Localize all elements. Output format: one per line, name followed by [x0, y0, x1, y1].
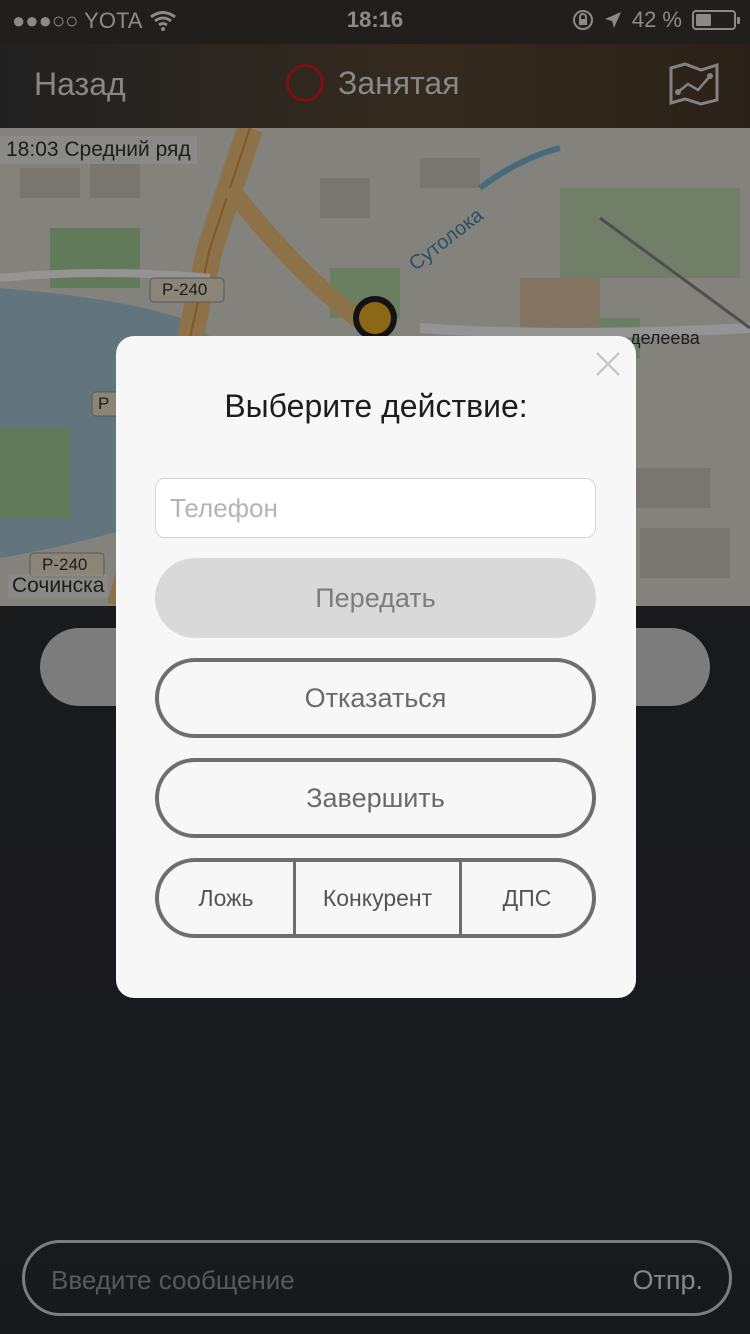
phone-input[interactable] [155, 478, 596, 538]
refuse-button[interactable]: Отказаться [155, 658, 596, 738]
transfer-button[interactable]: Передать [155, 558, 596, 638]
action-dialog: Выберите действие: Передать Отказаться З… [116, 336, 636, 998]
close-icon[interactable] [594, 350, 622, 378]
reason-segmented-control: Ложь Конкурент ДПС [155, 858, 596, 938]
dialog-title: Выберите действие: [224, 388, 528, 424]
reason-lie-button[interactable]: Ложь [159, 862, 293, 934]
reason-traffic-police-button[interactable]: ДПС [459, 862, 592, 934]
finish-button[interactable]: Завершить [155, 758, 596, 838]
reason-competitor-button[interactable]: Конкурент [293, 862, 459, 934]
